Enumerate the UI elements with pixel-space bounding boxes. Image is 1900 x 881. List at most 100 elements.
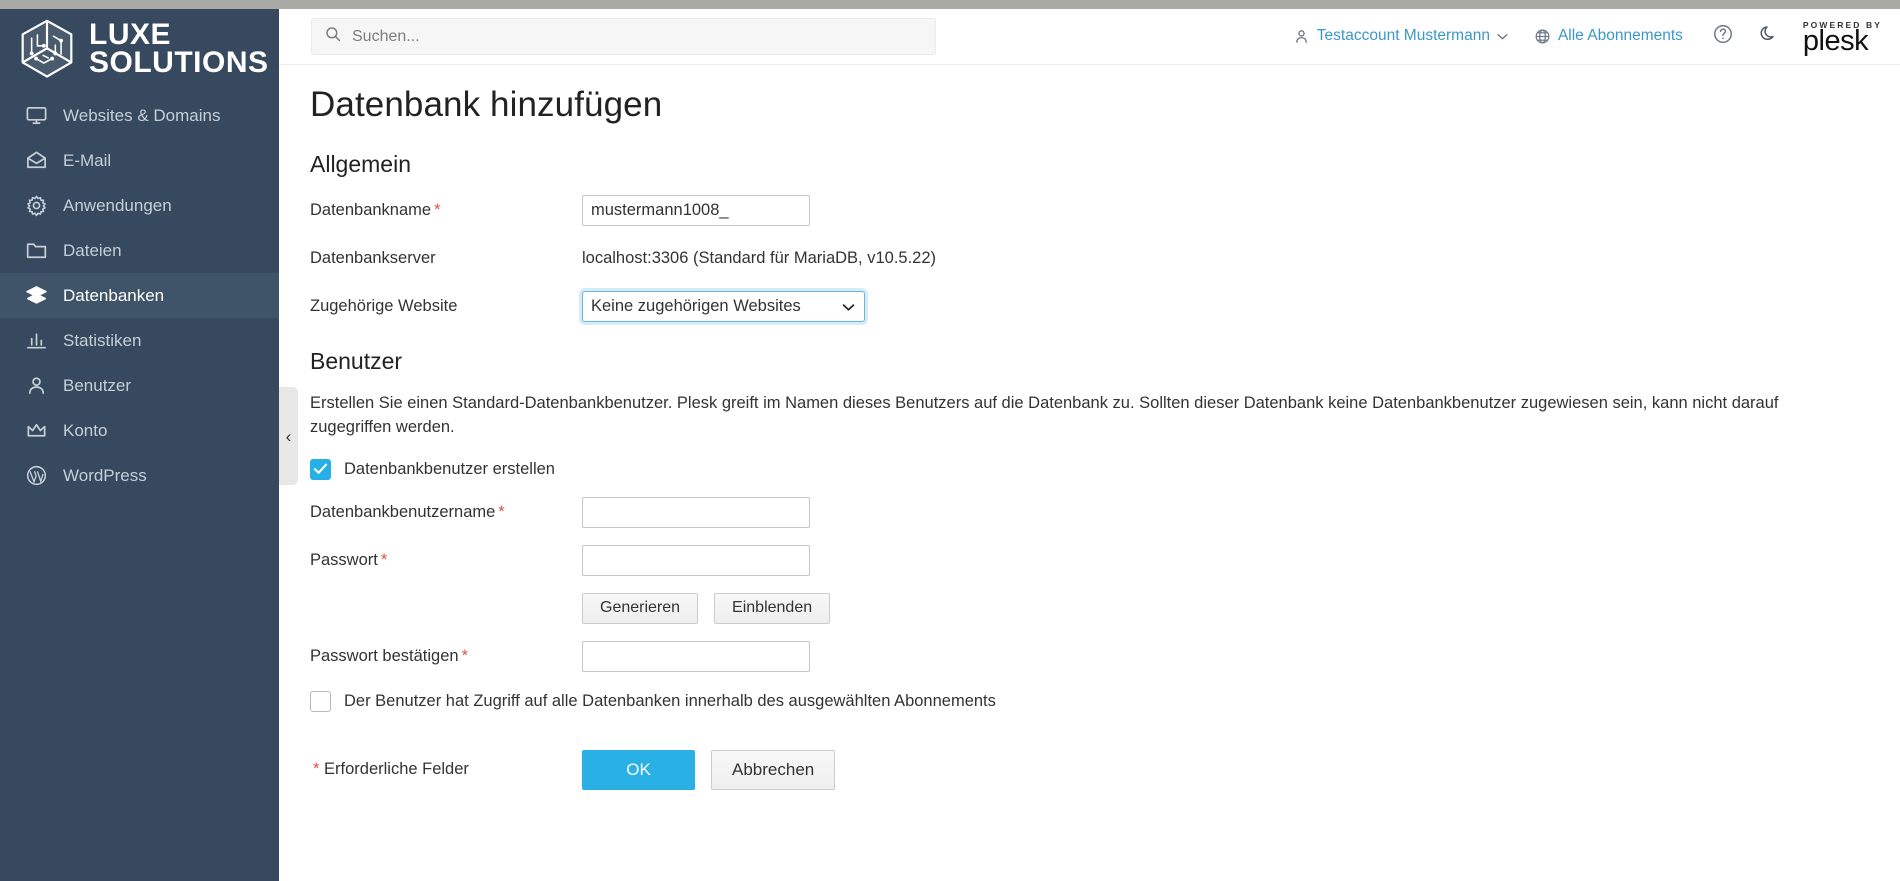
password-input[interactable] — [582, 544, 810, 576]
label-text: Datenbankbenutzername — [310, 502, 496, 521]
sidebar-item-websites-domains[interactable]: Websites & Domains — [0, 93, 279, 138]
field-row-confirm-password: Passwort bestätigen * — [310, 640, 1900, 672]
create-db-user-label: Datenbankbenutzer erstellen — [344, 459, 555, 478]
label-text: Datenbankname — [310, 201, 432, 219]
sidebar-item-label: Anwendungen — [63, 195, 172, 215]
label-text: Passwort — [310, 550, 378, 569]
create-db-user-checkbox-row[interactable]: Datenbankbenutzer erstellen — [310, 458, 1900, 480]
sidebar-nav: Websites & Domains E-Mail Anwendungen Da… — [0, 93, 279, 498]
ok-button[interactable]: OK — [582, 749, 695, 790]
database-server-label: Datenbankserver — [310, 249, 436, 267]
field-row-related-website: Zugehörige Website Keine zugehörigen Web… — [310, 291, 1900, 322]
chevron-down-icon — [1497, 29, 1508, 43]
search-input[interactable]: Suchen... — [311, 18, 936, 55]
sidebar-item-anwendungen[interactable]: Anwendungen — [0, 183, 279, 228]
form-footer: * Erforderliche Felder OK Abbrechen — [310, 749, 1900, 790]
search-icon — [324, 25, 342, 48]
show-password-button[interactable]: Einblenden — [714, 592, 831, 624]
header-actions: Testaccount Mustermann Alle Abonnements … — [1293, 20, 1900, 55]
top-header: Suchen... Testaccount Mustermann Alle Ab… — [279, 9, 1900, 65]
field-row-database-name: Datenbankname * — [310, 195, 1900, 226]
sidebar-item-label: Benutzer — [63, 375, 132, 395]
sidebar-item-label: Websites & Domains — [63, 105, 221, 125]
account-menu[interactable]: Testaccount Mustermann — [1293, 27, 1508, 45]
brand-logo[interactable]: LUXE SOLUTIONS — [0, 9, 279, 91]
moon-icon — [1756, 23, 1777, 49]
section-title-benutzer: Benutzer — [310, 348, 403, 374]
required-marker: * — [313, 760, 320, 779]
password-actions: Generieren Einblenden — [310, 592, 1900, 624]
cube-circuit-icon — [21, 19, 73, 78]
bar-chart-icon — [24, 328, 49, 353]
related-website-select[interactable]: Keine zugehörigen Websites — [582, 291, 865, 322]
confirm-password-input[interactable] — [582, 640, 810, 672]
field-row-database-server: Datenbankserver localhost:3306 (Standard… — [310, 243, 1900, 274]
sidebar-item-label: Konto — [63, 420, 108, 440]
all-subscriptions-label: Alle Abonnements — [1557, 27, 1683, 45]
dark-mode-toggle[interactable] — [1753, 22, 1781, 50]
question-circle-icon — [1712, 23, 1734, 50]
database-server-value: localhost:3306 (Standard für MariaDB, v1… — [582, 249, 937, 267]
brand-name: LUXE SOLUTIONS — [89, 17, 269, 79]
required-fields-note: * Erforderliche Felder — [310, 760, 582, 779]
db-username-input[interactable] — [582, 496, 810, 528]
plesk-app-window: LUXE SOLUTIONS Websites & Domains E-Mail… — [0, 0, 1900, 881]
required-fields-text: Erforderliche Felder — [324, 760, 469, 779]
sidebar-item-label: E-Mail — [63, 150, 112, 170]
required-marker: * — [461, 646, 469, 665]
sidebar-item-konto[interactable]: Konto — [0, 408, 279, 453]
access-all-databases-label: Der Benutzer hat Zugriff auf alle Datenb… — [344, 691, 996, 710]
folder-icon — [24, 238, 49, 263]
brand-line-2: SOLUTIONS — [89, 46, 269, 79]
password-label: Passwort * — [310, 551, 582, 570]
brand-line-1: LUXE — [89, 17, 172, 51]
cancel-button[interactable]: Abbrechen — [711, 749, 836, 790]
crown-icon — [24, 418, 49, 443]
sidebar-item-dateien[interactable]: Dateien — [0, 228, 279, 273]
layers-icon — [24, 283, 49, 308]
page-title: Datenbank hinzufügen — [310, 85, 663, 124]
related-website-selected: Keine zugehörigen Websites — [591, 297, 801, 315]
top-strip — [0, 0, 1900, 9]
chevron-left-icon: ‹ — [285, 426, 292, 446]
user-icon — [24, 373, 49, 398]
sidebar-item-datenbanken[interactable]: Datenbanken — [0, 273, 279, 318]
database-name-input[interactable] — [582, 195, 810, 226]
user-section-description: Erstellen Sie einen Standard-Datenbankbe… — [310, 394, 1779, 436]
wordpress-icon — [24, 463, 49, 488]
required-marker: * — [380, 550, 388, 569]
section-title-allgemein: Allgemein — [310, 151, 411, 177]
gear-icon — [24, 193, 49, 218]
access-all-databases-row[interactable]: Der Benutzer hat Zugriff auf alle Datenb… — [310, 690, 1900, 712]
account-name: Testaccount Mustermann — [1316, 27, 1490, 45]
sidebar-item-wordpress[interactable]: WordPress — [0, 453, 279, 498]
db-username-label: Datenbankbenutzername * — [310, 503, 582, 522]
search-placeholder: Suchen... — [352, 27, 420, 45]
check-icon — [313, 463, 328, 475]
all-subscriptions-link[interactable]: Alle Abonnements — [1534, 27, 1683, 45]
globe-icon — [1534, 28, 1551, 45]
database-name-label: Datenbankname * — [310, 201, 582, 220]
label-text: Passwort bestätigen — [310, 646, 459, 665]
related-website-label: Zugehörige Website — [310, 297, 458, 315]
sidebar-item-label: Datenbanken — [63, 285, 165, 305]
sidebar-item-statistiken[interactable]: Statistiken — [0, 318, 279, 363]
sidebar: LUXE SOLUTIONS Websites & Domains E-Mail… — [0, 9, 279, 881]
user-icon — [1293, 28, 1310, 45]
sidebar-item-email[interactable]: E-Mail — [0, 138, 279, 183]
help-button[interactable] — [1709, 22, 1737, 50]
required-marker: * — [498, 502, 505, 521]
confirm-password-label: Passwort bestätigen * — [310, 647, 582, 666]
envelope-icon — [24, 148, 49, 173]
create-db-user-checkbox[interactable] — [310, 458, 331, 480]
sidebar-item-label: Dateien — [63, 240, 122, 260]
field-row-password: Passwort * — [310, 544, 1900, 576]
sidebar-collapse-handle[interactable]: ‹ — [279, 387, 298, 485]
field-row-db-username: Datenbankbenutzername * — [310, 496, 1900, 528]
sidebar-item-benutzer[interactable]: Benutzer — [0, 363, 279, 408]
monitor-icon — [24, 103, 49, 128]
chevron-down-icon — [842, 299, 855, 314]
generate-password-button[interactable]: Generieren — [582, 592, 699, 624]
access-all-databases-checkbox[interactable] — [310, 690, 331, 712]
